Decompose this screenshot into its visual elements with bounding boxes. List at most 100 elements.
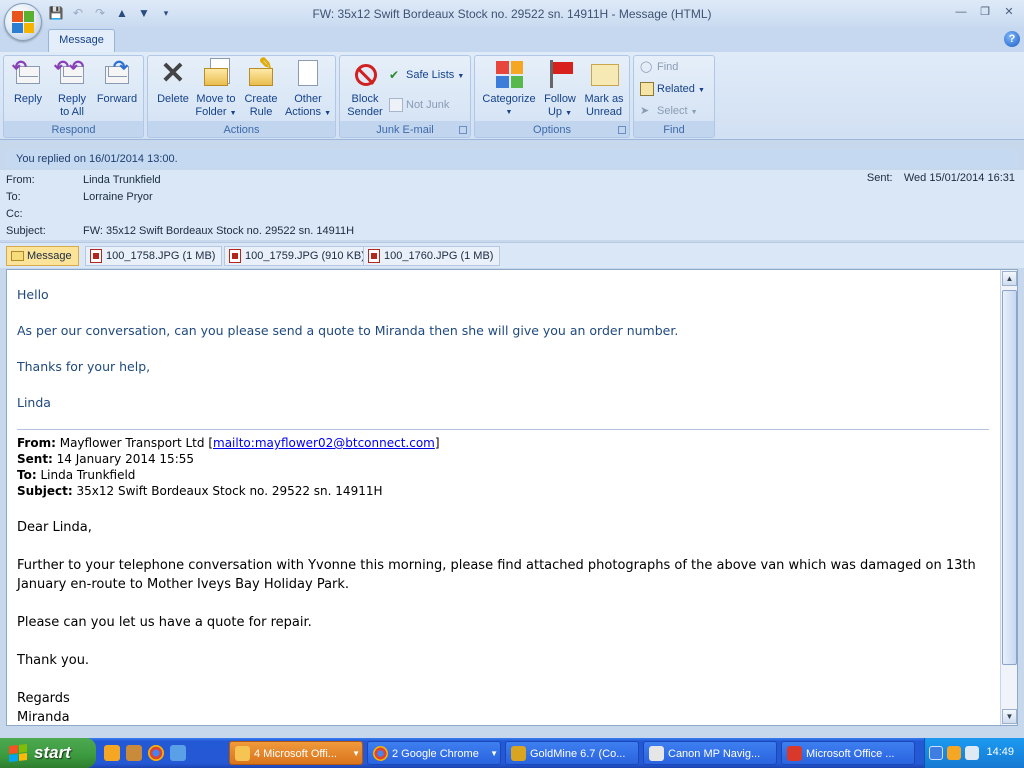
fwd-mailto-link[interactable]: mailto:mayflower02@btconnect.com xyxy=(213,436,435,450)
safe-lists-button[interactable]: ✔ Safe Lists ▼ xyxy=(388,66,464,84)
forward-button[interactable]: ↷ Forward xyxy=(94,58,140,106)
forwarded-from: From: Mayflower Transport Ltd [mailto:ma… xyxy=(17,435,440,451)
attachment-item[interactable]: 100_1760.JPG (1 MB) xyxy=(363,246,501,266)
cc-label: Cc: xyxy=(6,208,23,220)
to-label: To: xyxy=(6,191,21,203)
task-label: Microsoft Office ... xyxy=(806,748,895,760)
group-actions-label: Actions xyxy=(223,124,260,136)
fwd-from-end: ] xyxy=(434,436,440,450)
find-button[interactable]: ◯ Find xyxy=(639,58,678,76)
not-junk-icon xyxy=(389,98,403,112)
sent-value: Wed 15/01/2014 16:31 xyxy=(903,172,1015,184)
find-label: Find xyxy=(657,61,679,73)
follow-up-label-2: Up xyxy=(547,106,563,118)
minimize-button[interactable]: — xyxy=(950,4,972,20)
canon-icon xyxy=(649,746,664,761)
options-dialog-launcher[interactable] xyxy=(618,126,626,134)
help-icon[interactable]: ? xyxy=(1004,31,1020,47)
sent-label: Sent: xyxy=(866,172,893,184)
block-sender-label-1: Block xyxy=(351,93,379,105)
taskbar: start 4 Microsoft Offi... ▼ 2 Google Chro… xyxy=(0,738,1024,768)
chrome-quicklaunch-icon[interactable] xyxy=(148,745,164,761)
header-to-row: To: Lorraine Pryor xyxy=(6,189,153,206)
delete-button[interactable]: ✕ Delete xyxy=(153,58,193,106)
dropdown-arrow-icon: ▼ xyxy=(352,749,360,758)
from-value[interactable]: Linda Trunkfield xyxy=(83,174,161,186)
maximize-button[interactable]: ❐ xyxy=(974,4,996,20)
junk-email-dialog-launcher[interactable] xyxy=(459,126,467,134)
attachment-message-tab[interactable]: Message xyxy=(6,246,79,266)
clock: 14:49 xyxy=(986,746,1014,758)
reply-all-button[interactable]: ↶↶ Reply to All xyxy=(52,58,92,119)
body-greeting: Hello xyxy=(17,287,49,302)
body-paragraph: Thank you. xyxy=(17,653,90,668)
reply-button[interactable]: ↶ Reply xyxy=(10,58,46,106)
chrome-icon xyxy=(373,746,388,761)
group-find: ◯ Find Related ▼ ➤ Select ▼ Find xyxy=(633,55,715,138)
title-bar: 💾 ↶ ↷ ▲ ▼ ▾ FW: 35x12 Swift Bordeaux Sto… xyxy=(0,0,1024,41)
related-button[interactable]: Related ▼ xyxy=(639,80,705,98)
system-tray: 14:49 xyxy=(924,738,1024,768)
office-icon xyxy=(787,746,802,761)
tray-expand-icon[interactable] xyxy=(929,746,943,760)
start-button[interactable]: start xyxy=(0,738,96,768)
header-sent: Sent: Wed 15/01/2014 16:31 xyxy=(867,170,1015,187)
tray-outlook-icon[interactable] xyxy=(947,746,961,760)
ie-quicklaunch-icon[interactable] xyxy=(170,745,186,761)
office-button[interactable] xyxy=(4,3,42,41)
reply-icon: ↶ xyxy=(12,58,44,90)
body-paragraph: As per our conversation, can you please … xyxy=(17,323,679,338)
not-junk-button[interactable]: Not Junk xyxy=(388,96,449,114)
to-value[interactable]: Lorraine Pryor xyxy=(83,191,153,203)
vertical-scrollbar[interactable]: ▲ ▼ xyxy=(1000,270,1017,725)
from-label: From: xyxy=(6,174,35,186)
subject-value: FW: 35x12 Swift Bordeaux Stock no. 29522… xyxy=(83,225,355,237)
taskbar-item-canon[interactable]: Canon MP Navig... xyxy=(643,741,777,765)
forwarded-sent: Sent: 14 January 2014 15:55 xyxy=(17,451,194,467)
office-logo-icon xyxy=(12,11,34,33)
follow-up-label-1: Follow xyxy=(544,93,576,105)
header-from-row: From: Linda Trunkfield xyxy=(6,172,161,189)
categorize-button[interactable]: Categorize ▼ xyxy=(479,58,539,119)
tray-network-icon[interactable] xyxy=(965,746,979,760)
body-salutation: Dear Linda, xyxy=(17,520,92,535)
mark-as-unread-button[interactable]: Mark as Unread xyxy=(581,58,627,119)
message-body[interactable]: Hello As per our conversation, can you p… xyxy=(6,269,1018,726)
create-rule-button[interactable]: ✎ Create Rule xyxy=(240,56,282,119)
task-label: GoldMine 6.7 (Co... xyxy=(530,748,626,760)
select-label: Select xyxy=(657,105,688,117)
taskbar-item-office[interactable]: Microsoft Office ... xyxy=(781,741,915,765)
taskbar-item-goldmine[interactable]: GoldMine 6.7 (Co... xyxy=(505,741,639,765)
other-actions-button[interactable]: Other Actions ▼ xyxy=(284,58,332,120)
body-signoff: Linda xyxy=(17,395,51,410)
image-file-icon xyxy=(229,249,241,263)
task-label: 4 Microsoft Offi... xyxy=(254,748,337,760)
fwd-subject-value: 35x12 Swift Bordeaux Stock no. 29522 sn.… xyxy=(72,484,383,498)
outlook-quicklaunch-icon[interactable] xyxy=(104,745,120,761)
block-sender-icon xyxy=(349,58,381,90)
attachment-item[interactable]: 100_1758.JPG (1 MB) xyxy=(85,246,223,266)
follow-up-button[interactable]: Follow Up ▼ xyxy=(541,58,579,120)
dropdown-arrow-icon: ▼ xyxy=(697,87,705,94)
app-quicklaunch-icon[interactable] xyxy=(126,745,142,761)
forward-label: Forward xyxy=(96,93,138,105)
block-sender-button[interactable]: Block Sender xyxy=(344,58,386,119)
reply-all-label-2: to All xyxy=(60,106,84,118)
scroll-down-icon[interactable]: ▼ xyxy=(1002,709,1017,724)
move-to-folder-button[interactable]: Move to Folder ▼ xyxy=(194,58,238,120)
other-actions-label-2: Actions xyxy=(284,106,322,118)
dropdown-arrow-icon: ▼ xyxy=(457,73,465,80)
attachment-label: 100_1758.JPG (1 MB) xyxy=(106,250,216,262)
taskbar-item-outlook[interactable]: 4 Microsoft Offi... ▼ xyxy=(229,741,363,765)
scroll-thumb[interactable] xyxy=(1002,290,1017,665)
select-button[interactable]: ➤ Select ▼ xyxy=(639,102,698,120)
scroll-up-icon[interactable]: ▲ xyxy=(1002,271,1017,286)
related-icon xyxy=(640,82,654,96)
dropdown-arrow-icon: ▼ xyxy=(229,110,237,117)
body-signature: Miranda xyxy=(17,710,70,725)
start-label: start xyxy=(34,743,71,762)
taskbar-item-chrome[interactable]: 2 Google Chrome ▼ xyxy=(367,741,501,765)
attachment-item[interactable]: 100_1759.JPG (910 KB) xyxy=(224,246,372,266)
close-button[interactable]: ✕ xyxy=(998,4,1020,20)
tab-message[interactable]: Message xyxy=(48,29,115,52)
